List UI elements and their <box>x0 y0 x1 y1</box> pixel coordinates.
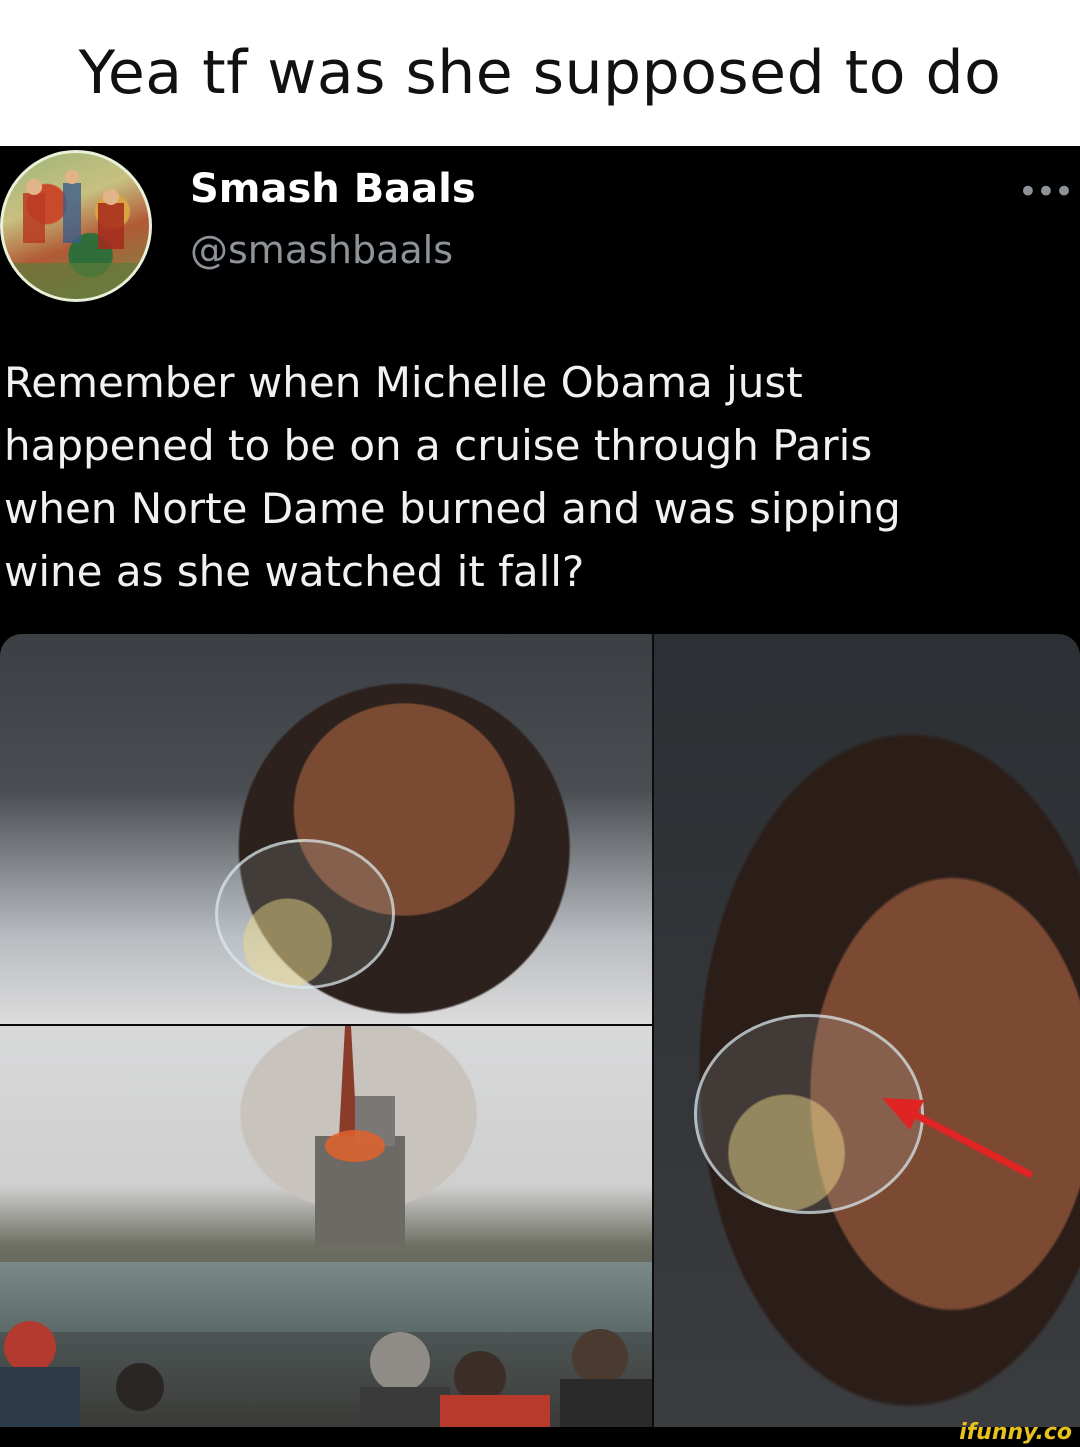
tweet-text-line: happened to be on a cruise through Paris <box>4 421 873 470</box>
meme-caption: Yea tf was she supposed to do <box>0 0 1080 146</box>
ifunny-watermark: ifunny.co <box>959 1420 1072 1445</box>
image-collage[interactable] <box>0 634 1080 1427</box>
cathedral-icon <box>315 1026 405 1246</box>
tweet-text-line: when Norte Dame burned and was sipping <box>4 484 901 533</box>
tweet-text-line: Remember when Michelle Obama just <box>4 358 803 407</box>
tweet-text-line: wine as she watched it fall? <box>4 547 585 596</box>
photo-woman-drinking-wine <box>0 634 652 1024</box>
tweet-text: Remember when Michelle Obama just happen… <box>4 351 1064 603</box>
avatar[interactable] <box>0 150 152 302</box>
crowd-silhouettes <box>0 1321 652 1427</box>
tweet-card: Smash Baals @smashbaals ••• Remember whe… <box>0 146 1080 1427</box>
wine-glass-icon <box>215 839 395 989</box>
red-arrow-icon <box>882 1098 1033 1178</box>
user-handle[interactable]: @smashbaals <box>190 228 453 272</box>
caption-text: Yea tf was she supposed to do <box>78 38 1002 108</box>
more-options-icon[interactable]: ••• <box>1018 172 1074 212</box>
display-name[interactable]: Smash Baals <box>190 166 476 212</box>
avatar-illustration <box>3 170 149 299</box>
photo-closeup-wine-glass <box>654 634 1080 1427</box>
watermark-bar: ifunny.co <box>0 1420 1080 1447</box>
photo-notre-dame-fire <box>0 1026 652 1427</box>
